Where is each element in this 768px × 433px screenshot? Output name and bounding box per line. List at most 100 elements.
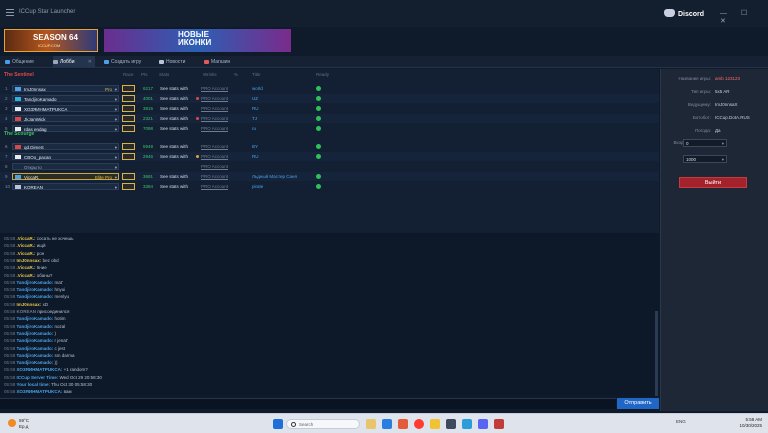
pro-account-link[interactable]: PRO Account — [201, 162, 228, 171]
tab-shop[interactable]: Магазин — [204, 56, 244, 68]
pro-account-link[interactable]: PRO Account — [201, 182, 228, 191]
edge-browser-icon[interactable] — [382, 419, 392, 429]
chat-author[interactable]: TandjiroKamado: — [17, 353, 54, 358]
app-icon[interactable] — [398, 419, 408, 429]
start-icon[interactable] — [273, 419, 283, 429]
exit-button[interactable]: Выйти — [679, 177, 747, 188]
chat-author[interactable]: .ViccaR.: — [17, 243, 36, 248]
chat-author[interactable]: TandjiroKamado: — [17, 331, 54, 336]
tab-chat[interactable]: Общение — [5, 56, 50, 68]
player-title: Льдный Мастер Саня — [252, 174, 297, 179]
chevron-down-icon: ▾ — [114, 145, 117, 150]
player-slot-select[interactable]: TandjiroKamado ▾ — [12, 95, 119, 102]
player-row[interactable]: 9 ViccaR. Elite Pro ▾ 3691 See stats with PRO … — [0, 172, 659, 181]
player-row[interactable]: 6 qd.DimeS ▾ 5948 See stats with PRO Account B… — [0, 142, 659, 151]
chat-author[interactable]: .ViccaR.: — [17, 265, 36, 270]
file-explorer-icon[interactable] — [366, 419, 376, 429]
chat-author[interactable]: ImJ0nnsax: — [17, 302, 42, 307]
chat-time: 05:58 — [4, 316, 16, 322]
stats-text: See stats with — [160, 126, 189, 131]
pro-account-link[interactable]: PRO Account — [201, 124, 228, 133]
taskbar-search[interactable]: Search — [286, 419, 360, 429]
yandex-icon[interactable] — [414, 419, 424, 429]
pro-account-link[interactable]: PRO Account — [201, 152, 228, 161]
race-icon — [122, 115, 135, 122]
opera-icon[interactable] — [494, 419, 504, 429]
pro-account-link[interactable]: PRO Account — [201, 142, 228, 151]
chat-author[interactable]: TandjiroKamado: — [17, 287, 54, 292]
player-slot-select[interactable]: ViccaR. Elite Pro ▾ — [12, 173, 119, 180]
chat-author[interactable]: KOREAN — [17, 309, 37, 314]
chat-author[interactable]: TandjiroKamado: — [17, 316, 54, 321]
taskbar-clock[interactable]: 5:58 AM 10/30/2025 — [732, 417, 762, 429]
chat-author[interactable]: ICCup Server Time: — [17, 375, 59, 380]
chat-author[interactable]: TandjiroKamado: — [17, 346, 54, 351]
player-slot-select[interactable]: qd.DimeS ▾ — [12, 143, 119, 150]
chat-author[interactable]: .ViccaR.: — [17, 236, 36, 241]
chat-author[interactable]: TandjiroKamado: — [17, 324, 54, 329]
chat-author[interactable]: TandjiroKamado: — [17, 280, 54, 285]
player-row[interactable]: 8 Открыто ▾ PRO Account — [0, 162, 659, 171]
player-slot-select[interactable]: CBOo_pacan ▾ — [12, 153, 119, 160]
pro-account-link[interactable]: PRO Account — [201, 172, 228, 181]
chat-author[interactable]: .ViccaR.: — [17, 251, 36, 256]
game-info-value: Да — [715, 128, 721, 133]
player-slot-select[interactable]: ХОЗЯИНМАТРUKСA ▾ — [12, 105, 119, 112]
player-row[interactable]: 7 CBOo_pacan ▾ 2946 See stats with PRO Accoun… — [0, 152, 659, 161]
discord-taskbar-icon[interactable] — [478, 419, 488, 429]
new-icons-banner[interactable]: НОВЫЕ ИКОНКИ — [104, 29, 291, 52]
pro-account-link[interactable]: PRO Account — [201, 114, 228, 123]
tab-lobby[interactable]: Лобби ✕ — [53, 56, 95, 68]
rank-select[interactable]: 1000 ▾ — [683, 155, 727, 163]
chat-author[interactable]: Your local time: — [17, 382, 50, 387]
tab-lobby-label: Лобби — [60, 59, 75, 65]
chat-scrollbar[interactable] — [655, 233, 658, 396]
tab-create-game[interactable]: Создать игру — [104, 56, 154, 68]
chat-author[interactable]: ХОЗЯИНМАТРUKСA: — [17, 367, 63, 372]
player-row[interactable]: 3 ХОЗЯИНМАТРUKСA ▾ 3815 See stats with PRO Ac… — [0, 104, 659, 113]
player-name: CBOo_pacan — [24, 155, 52, 160]
player-row[interactable]: 2 TandjiroKamado ▾ 4001 See stats with PRO Ac… — [0, 94, 659, 103]
window-controls[interactable]: — ☐ ✕ — [720, 9, 768, 25]
chat-author[interactable]: ХОЗЯИНМАТРUKСA: — [17, 389, 63, 394]
send-button[interactable]: Отправить — [617, 398, 659, 409]
player-rank: 6217 — [143, 86, 154, 91]
chat-line: 05:58 ХОЗЯИНМАТРUKСA: вам — [4, 388, 72, 395]
player-name: TandjiroKamado — [24, 97, 57, 102]
chat-author[interactable]: TandjiroKamado: — [17, 294, 54, 299]
player-slot-select[interactable]: ImJ0nnsax Pro ▾ — [12, 85, 119, 92]
ping-value: 0 — [686, 141, 689, 146]
system-tray[interactable]: ENG — [676, 419, 686, 424]
season-banner[interactable]: SEASON 64 ICCUP.COM — [4, 29, 98, 52]
chat-line: 05:58 ХОЗЯИНМАТРUKСA: +1 random? — [4, 366, 88, 373]
chat-input[interactable] — [0, 398, 616, 409]
player-row[interactable]: 1 ImJ0nnsax Pro ▾ 6217 See stats with PRO Acco… — [0, 84, 659, 93]
weather-desc: Ер.д — [19, 424, 29, 429]
pro-account-link[interactable]: PRO Account — [201, 84, 228, 93]
ping-select[interactable]: 0 ▾ — [683, 139, 727, 147]
pro-account-link[interactable]: PRO Account — [201, 104, 228, 113]
hamburger-menu-icon[interactable] — [6, 9, 14, 16]
chat-author[interactable]: ImJ0nnsax: — [17, 258, 42, 263]
player-slot-select[interactable]: KOREAN ▾ — [12, 183, 119, 190]
telegram-icon[interactable] — [462, 419, 472, 429]
player-slot-select[interactable]: Открыто ▾ — [12, 163, 119, 170]
player-row[interactable]: 4 JkJanWick ▾ 2321 See stats with PRO Account… — [0, 114, 659, 123]
chat-log[interactable]: 05:58 .ViccaR.: сосать не хочешь 05:58 .V… — [0, 233, 659, 396]
weather-widget[interactable]: 59°C Ер.д — [8, 418, 29, 430]
chrome-icon[interactable] — [430, 419, 440, 429]
chat-author[interactable]: .ViccaR.: — [17, 273, 36, 278]
player-rank: 3691 — [143, 174, 154, 179]
close-tab-icon[interactable]: ✕ — [88, 56, 92, 68]
discord-button[interactable]: Discord — [664, 9, 704, 18]
header-race: Race — [123, 72, 134, 77]
chat-author[interactable]: TandjiroKamado: — [17, 338, 54, 343]
store-icon[interactable] — [446, 419, 456, 429]
player-row[interactable]: 5 rdas endag ▾ 7098 See stats with PRO Accoun… — [0, 124, 659, 133]
tab-news[interactable]: Новости — [159, 56, 199, 68]
chat-scrollbar-thumb[interactable] — [655, 311, 658, 396]
player-row[interactable]: 10 KOREAN ▾ 3394 See stats with PRO Account pi… — [0, 182, 659, 191]
chat-author[interactable]: TandjiroKamado: — [17, 360, 54, 365]
player-slot-select[interactable]: JkJanWick ▾ — [12, 115, 119, 122]
pro-account-link[interactable]: PRO Account — [201, 94, 228, 103]
